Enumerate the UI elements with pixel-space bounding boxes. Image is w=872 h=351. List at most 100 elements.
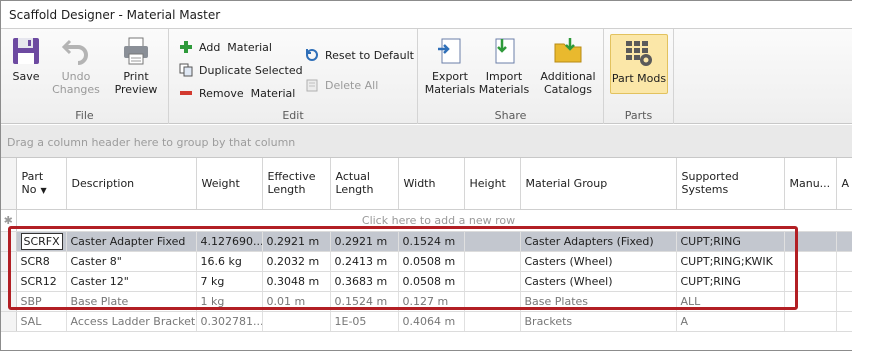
folder-catalogs-icon (552, 35, 584, 67)
actual-length-cell[interactable]: 0.1524 m (330, 291, 399, 312)
col-header-height[interactable]: Height (464, 158, 521, 210)
width-cell[interactable]: 0.0508 m (398, 251, 465, 272)
table-row[interactable]: SBP Base Plate 1 kg 0.01 m 0.1524 m 0.12… (1, 291, 857, 312)
add-material-button[interactable]: Add Material (179, 38, 272, 56)
new-row-icon: ✱ (1, 209, 17, 232)
weight-cell[interactable]: 1 kg (196, 291, 263, 312)
table-row[interactable]: SCR12 Caster 12" 7 kg 0.3048 m 0.3683 m … (1, 271, 857, 292)
manufacturer-cell[interactable] (784, 251, 837, 272)
weight-cell[interactable]: 4.127690... (196, 231, 263, 252)
undo-label: Undo Changes (52, 70, 100, 96)
width-cell[interactable]: 0.0508 m (398, 271, 465, 292)
col-header-supported-systems[interactable]: Supported Systems (676, 158, 785, 210)
table-row[interactable]: SCRFX Caster Adapter Fixed 4.127690... 0… (1, 231, 857, 252)
effective-length-cell[interactable] (262, 311, 331, 332)
manufacturer-cell[interactable] (784, 311, 837, 332)
supported-systems-cell[interactable]: ALL (676, 291, 785, 312)
weight-cell[interactable]: 7 kg (196, 271, 263, 292)
import-icon (488, 35, 520, 67)
description-cell[interactable]: Base Plate (66, 291, 197, 312)
additional-catalogs-button[interactable]: Additional Catalogs (538, 35, 598, 96)
undo-arrow-icon (60, 35, 92, 67)
actual-length-cell[interactable]: 1E-05 (330, 311, 399, 332)
remove-material-button[interactable]: Remove Material (179, 84, 295, 102)
description-cell[interactable]: Caster 12" (66, 271, 197, 292)
height-cell[interactable] (464, 231, 521, 252)
supported-systems-cell[interactable]: CUPT;RING (676, 231, 785, 252)
export-icon (434, 35, 466, 67)
manufacturer-cell[interactable] (784, 291, 837, 312)
delete-all-button[interactable]: Delete All (305, 76, 378, 94)
actual-length-cell[interactable]: 0.2413 m (330, 251, 399, 272)
effective-length-cell[interactable]: 0.01 m (262, 291, 331, 312)
duplicate-icon (179, 63, 193, 77)
save-button[interactable]: Save (7, 35, 45, 83)
grid-header-row: Part No ▼ Description Weight Effective Le… (1, 158, 857, 210)
group-by-panel[interactable]: Drag a column header here to group by th… (1, 125, 857, 158)
material-master-window: Scaffold Designer - Material Master Save… (0, 0, 858, 351)
part-no-cell[interactable]: SAL (16, 311, 67, 332)
effective-length-cell[interactable]: 0.2921 m (262, 231, 331, 252)
part-no-cell[interactable]: SCR12 (16, 271, 67, 292)
col-header-part-no[interactable]: Part No ▼ (16, 158, 67, 210)
print-preview-button[interactable]: Print Preview (111, 35, 161, 96)
undo-changes-button[interactable]: Undo Changes (49, 35, 103, 96)
height-cell[interactable] (464, 251, 521, 272)
width-cell[interactable]: 0.1524 m (398, 231, 465, 252)
description-cell[interactable]: Caster 8" (66, 251, 197, 272)
actual-length-cell[interactable]: 0.3683 m (330, 271, 399, 292)
material-group-cell[interactable]: Base Plates (520, 291, 677, 312)
ribbon-group-parts: Part Mods Parts (604, 29, 674, 124)
torn-edge-decoration (852, 0, 872, 351)
height-cell[interactable] (464, 271, 521, 292)
table-row[interactable]: SAL Access Ladder Bracket 0.302781... 1E… (1, 311, 857, 332)
ribbon-toolbar: Save Undo Changes Print Preview File Add… (1, 29, 857, 124)
material-group-cell[interactable]: Casters (Wheel) (520, 271, 677, 292)
width-cell[interactable]: 0.4064 m (398, 311, 465, 332)
col-header-weight[interactable]: Weight (196, 158, 263, 210)
minus-icon (179, 86, 193, 100)
new-row[interactable]: ✱ Click here to add a new row (1, 209, 857, 232)
new-row-hint[interactable]: Click here to add a new row (16, 209, 857, 232)
col-header-width[interactable]: Width (398, 158, 465, 210)
reset-to-default-button[interactable]: Reset to Default (305, 46, 414, 64)
height-cell[interactable] (464, 311, 521, 332)
part-mods-button[interactable]: Part Mods (610, 34, 668, 94)
table-row[interactable]: SCR8 Caster 8" 16.6 kg 0.2032 m 0.2413 m… (1, 251, 857, 272)
material-group-cell[interactable]: Casters (Wheel) (520, 251, 677, 272)
height-cell[interactable] (464, 291, 521, 312)
effective-length-cell[interactable]: 0.3048 m (262, 271, 331, 292)
width-cell[interactable]: 0.127 m (398, 291, 465, 312)
duplicate-selected-button[interactable]: Duplicate Selected (179, 61, 303, 79)
part-no-cell[interactable]: SCR8 (16, 251, 67, 272)
description-cell[interactable]: Access Ladder Bracket (66, 311, 197, 332)
col-header-description[interactable]: Description (66, 158, 197, 210)
part-no-cell[interactable]: SCRFX (20, 232, 63, 250)
effective-length-cell[interactable]: 0.2032 m (262, 251, 331, 272)
col-header-material-group[interactable]: Material Group (520, 158, 677, 210)
manufacturer-cell[interactable] (784, 271, 837, 292)
ribbon-group-edit: Add Material Duplicate Selected Remove M… (169, 29, 418, 124)
manufacturer-cell[interactable] (784, 231, 837, 252)
weight-cell[interactable]: 16.6 kg (196, 251, 263, 272)
material-group-cell[interactable]: Caster Adapters (Fixed) (520, 231, 677, 252)
ribbon-group-file: Save Undo Changes Print Preview File (1, 29, 169, 124)
col-header-manufacturer[interactable]: Manu... (784, 158, 837, 210)
material-group-cell[interactable]: Brackets (520, 311, 677, 332)
col-header-actual-length[interactable]: Actual Length (330, 158, 399, 210)
export-materials-button[interactable]: Export Materials (424, 35, 476, 96)
export-materials-label: Export Materials (424, 70, 476, 96)
supported-systems-cell[interactable]: A (676, 311, 785, 332)
part-no-cell[interactable]: SBP (16, 291, 67, 312)
col-header-effective-length[interactable]: Effective Length (262, 158, 331, 210)
supported-systems-cell[interactable]: CUPT;RING;KWIK (676, 251, 785, 272)
supported-systems-cell[interactable]: CUPT;RING (676, 271, 785, 292)
delete-all-label: Delete All (325, 78, 379, 92)
description-cell[interactable]: Caster Adapter Fixed (66, 231, 197, 252)
grid-gear-icon (623, 37, 655, 69)
window-title: Scaffold Designer - Material Master (1, 1, 857, 29)
duplicate-selected-label: Duplicate Selected (199, 63, 303, 77)
weight-cell[interactable]: 0.302781... (196, 311, 263, 332)
actual-length-cell[interactable]: 0.2921 m (330, 231, 399, 252)
import-materials-button[interactable]: Import Materials (478, 35, 530, 96)
